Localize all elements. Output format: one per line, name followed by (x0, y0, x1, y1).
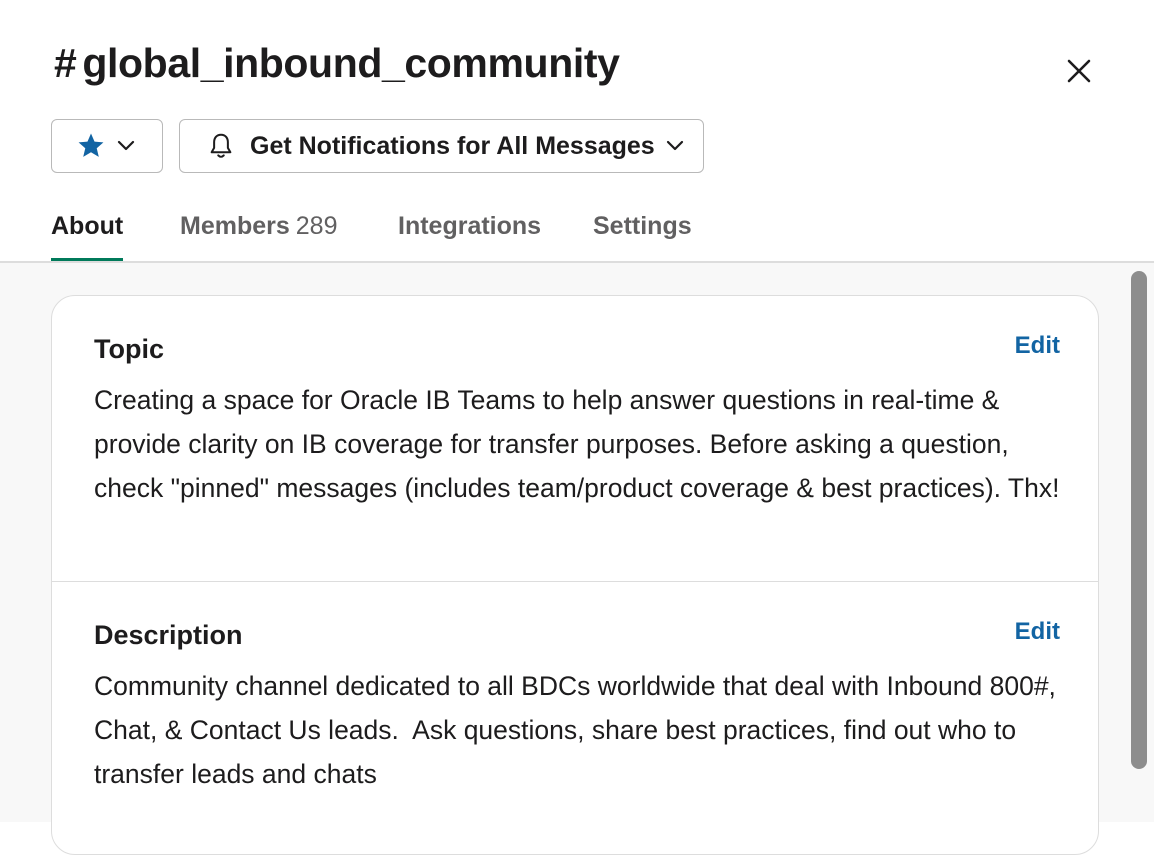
tab-about[interactable]: About (51, 212, 124, 262)
notifications-button[interactable]: Get Notifications for All Messages (179, 119, 704, 173)
tab-label: Integrations (398, 212, 542, 240)
notifications-label: Get Notifications for All Messages (250, 131, 655, 160)
description-title: Description (94, 620, 243, 650)
topic-section: Topic Edit Creating a space for Oracle I… (52, 296, 1098, 582)
bell-icon (210, 133, 232, 158)
chevron-down-icon (116, 139, 136, 153)
topic-edit-link[interactable]: Edit (1015, 332, 1060, 360)
about-panel: Topic Edit Creating a space for Oracle I… (0, 263, 1154, 855)
topic-text: Creating a space for Oracle IB Teams to … (94, 385, 1060, 503)
star-icon (78, 133, 104, 157)
topic-title: Topic (94, 334, 164, 364)
close-button[interactable] (1058, 50, 1100, 92)
description-section: Description Edit Community channel dedic… (52, 582, 1098, 854)
channel-name: global_inbound_community (82, 40, 620, 86)
star-dropdown-button[interactable] (51, 119, 163, 173)
channel-hash: # (54, 40, 77, 86)
close-icon (1067, 59, 1091, 83)
tab-settings[interactable]: Settings (593, 212, 692, 262)
about-card: Topic Edit Creating a space for Oracle I… (51, 295, 1099, 855)
chevron-down-icon (665, 139, 685, 153)
scrollbar-thumb[interactable] (1131, 271, 1147, 769)
channel-details-header: # global_inbound_community Get Notificati… (0, 0, 1154, 262)
tab-members[interactable]: Members 289 (180, 212, 337, 262)
tab-label: Settings (593, 212, 692, 240)
description-text: Community channel dedicated to all BDCs … (94, 671, 1064, 789)
description-edit-link[interactable]: Edit (1015, 618, 1060, 646)
tab-label: Members (180, 212, 290, 240)
tab-label: About (51, 212, 124, 240)
members-count: 289 (295, 212, 338, 240)
tab-integrations[interactable]: Integrations (398, 212, 541, 262)
channel-title: # global_inbound_community (54, 40, 620, 87)
